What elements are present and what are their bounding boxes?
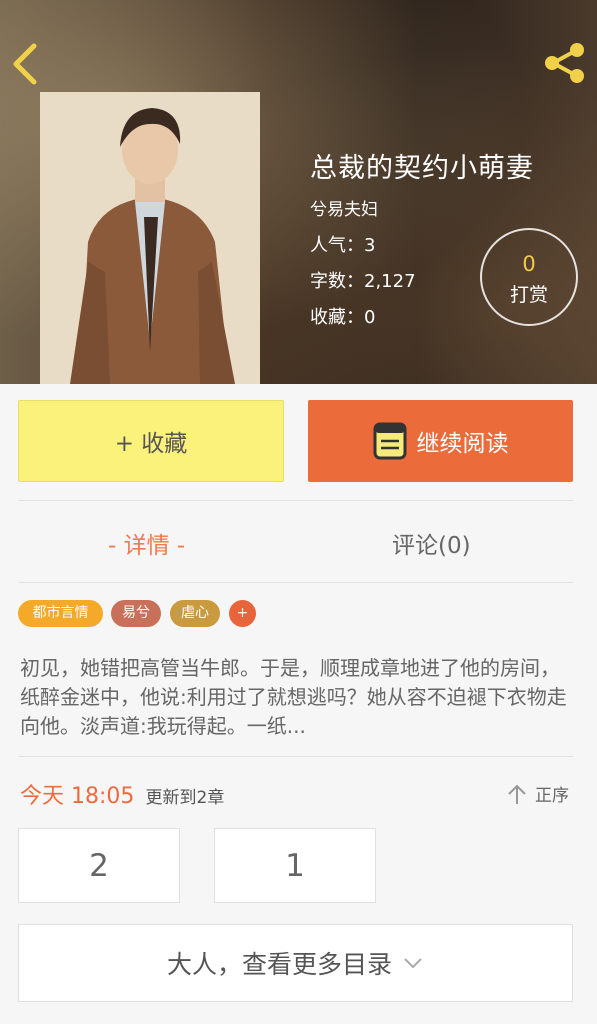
book-description[interactable]: 初见，她错把高管当牛郎。于是，顺理成章地进了他的房间，纸醉金迷中，他说:利用过了…	[20, 654, 572, 741]
sort-order-label: 正序	[535, 786, 569, 806]
tip-button[interactable]: 0 打赏	[480, 228, 578, 326]
continue-reading-label: 继续阅读	[416, 431, 509, 457]
chevron-down-icon	[404, 958, 422, 969]
book-header: 总裁的契约小萌妻 兮易夫妇 人气：3 字数：2,127 收藏：0 0 打赏	[0, 0, 597, 384]
arrow-up-icon	[508, 784, 526, 804]
tab-comments[interactable]: 评论(0)	[392, 526, 471, 560]
chapter-item[interactable]: 2	[18, 828, 180, 903]
divider	[18, 582, 573, 583]
share-icon[interactable]	[541, 40, 587, 86]
add-tag-button[interactable]: +	[229, 600, 256, 627]
update-chapter: 更新到2章	[145, 788, 225, 808]
book-author[interactable]: 兮易夫妇	[310, 195, 378, 220]
divider	[18, 500, 573, 501]
view-more-label: 大人，查看更多目录	[166, 950, 392, 979]
continue-reading-button[interactable]: 继续阅读	[308, 400, 573, 482]
book-title: 总裁的契约小萌妻	[310, 153, 534, 184]
add-favorite-button[interactable]: + 收藏	[18, 400, 284, 482]
tip-label: 打赏	[509, 284, 548, 306]
sort-order-toggle[interactable]: 正序	[507, 781, 569, 806]
divider	[18, 756, 573, 757]
view-more-chapters-button[interactable]: 大人，查看更多目录	[18, 924, 573, 1002]
book-cover[interactable]	[40, 92, 260, 384]
cover-illustration	[40, 92, 260, 384]
update-time: 今天 18:05	[20, 784, 135, 809]
popularity-stat: 人气：3	[310, 235, 376, 256]
tag-heartbreaking[interactable]: 虐心	[170, 600, 220, 627]
update-info: 今天 18:05 更新到2章	[20, 778, 224, 810]
tab-details[interactable]: - 详情 -	[108, 526, 185, 560]
word-count-stat: 字数：2,127	[310, 271, 416, 292]
back-icon[interactable]	[10, 42, 42, 86]
tag-yixi[interactable]: 易兮	[111, 600, 161, 627]
favorites-stat: 收藏：0	[310, 307, 376, 328]
book-icon	[373, 422, 406, 460]
add-favorite-label: + 收藏	[114, 431, 188, 457]
tag-city-romance[interactable]: 都市言情	[18, 600, 103, 627]
chapter-item[interactable]: 1	[214, 828, 376, 903]
tip-count: 0	[522, 252, 536, 276]
